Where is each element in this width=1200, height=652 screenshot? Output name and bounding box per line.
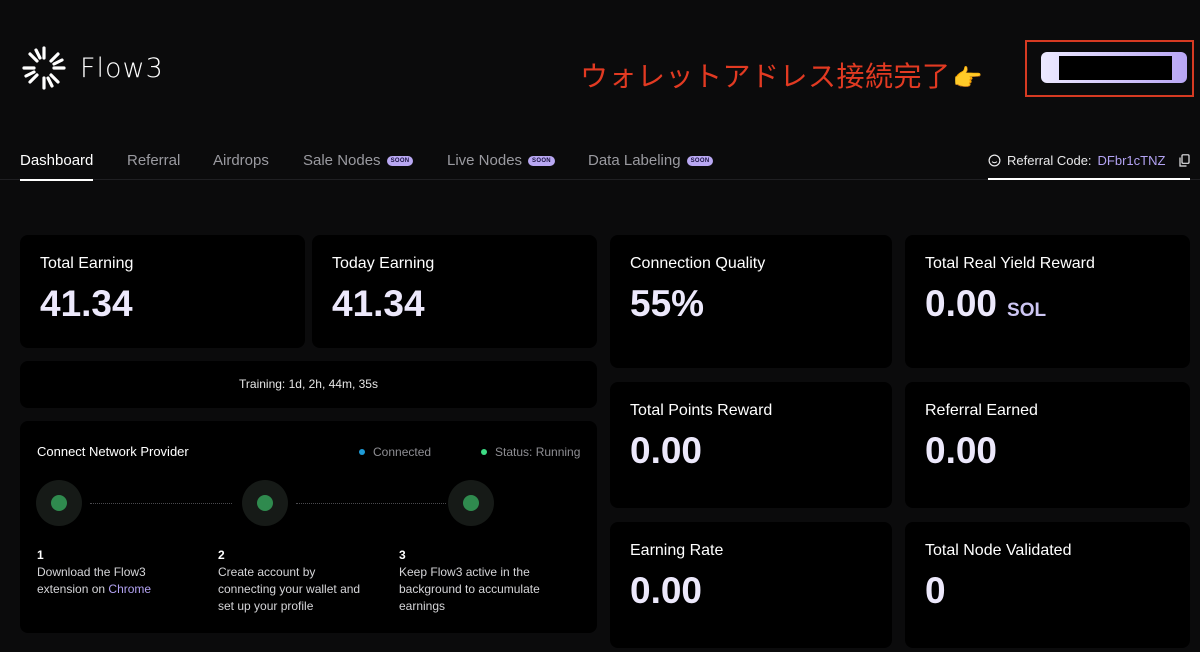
legend-status: Status: Running [481, 445, 580, 459]
annotation-label: ウォレットアドレス接続完了 [580, 60, 951, 93]
tab-label: Live Nodes [447, 152, 523, 169]
training-timer: Training: 1d, 2h, 44m, 35s [239, 377, 378, 391]
wallet-address-redacted [1059, 56, 1172, 80]
earning-rate-card: Earning Rate 0.00 [610, 522, 892, 648]
step-number: 1 [37, 548, 44, 562]
card-title: Referral Earned [925, 402, 1038, 419]
tab-live-nodes[interactable]: Live Nodes SOON [447, 152, 555, 169]
connected-dot-icon [359, 449, 365, 455]
earning-rate-value: 0.00 [630, 570, 703, 611]
pointing-hand-icon: 👉 [952, 64, 983, 92]
referral-code-value: DFbr1cTNZ [1097, 153, 1166, 168]
referral-label: Referral Code: [1007, 153, 1092, 168]
connection-quality-card: Connection Quality 55% [610, 235, 892, 368]
tab-referral[interactable]: Referral [127, 152, 180, 169]
connection-quality-value: 55% [630, 283, 705, 324]
tab-label: Referral [127, 152, 181, 169]
referral-underline [988, 178, 1190, 180]
step-3-indicator [448, 480, 494, 526]
step-1-text: 1 Download the Flow3 extension on Chrome [37, 547, 187, 598]
step-description: Create account by connecting your wallet… [218, 565, 361, 613]
tab-dashboard[interactable]: Dashboard [20, 152, 94, 181]
soon-badge: SOON [528, 155, 555, 166]
referral-earned-value: 0.00 [925, 430, 998, 471]
legend-connected: Connected [359, 445, 431, 459]
total-points-value: 0.00 [630, 430, 703, 471]
card-title: Total Node Validated [925, 542, 1072, 559]
card-title: Earning Rate [630, 542, 724, 559]
today-earning-card: Today Earning 41.34 [312, 235, 597, 348]
training-card: Training: 1d, 2h, 44m, 35s [20, 361, 597, 408]
tab-airdrops[interactable]: Airdrops [213, 152, 269, 169]
today-earning-value: 41.34 [332, 283, 425, 324]
tab-label: Sale Nodes [303, 152, 381, 169]
legend-status-label: Status: Running [495, 445, 581, 459]
card-title: Total Points Reward [630, 402, 773, 419]
step-1-indicator [36, 480, 82, 526]
step-number: 2 [218, 548, 225, 562]
brand-logo[interactable]: Flow3 [20, 44, 164, 92]
step-connector [90, 503, 232, 504]
running-dot-icon [481, 449, 487, 455]
annotation-text: ウォレットアドレス接続完了👉 [580, 55, 983, 95]
yield-unit: SOL [1007, 300, 1047, 321]
total-real-yield-card: Total Real Yield Reward 0.00 SOL [905, 235, 1190, 368]
step-description: Keep Flow3 active in the background to a… [399, 565, 540, 613]
starburst-logo-icon [22, 46, 66, 90]
total-earning-card: Total Earning 41.34 [20, 235, 305, 348]
soon-badge: SOON [386, 155, 414, 166]
step-2-indicator [242, 480, 288, 526]
tab-sale-nodes[interactable]: Sale Nodes SOON [303, 152, 414, 169]
total-real-yield-value: 0.00 SOL [925, 283, 1046, 325]
card-title: Total Earning [40, 255, 134, 272]
total-node-validated-value: 0 [925, 570, 946, 611]
smile-icon [988, 154, 1001, 167]
yield-amount: 0.00 [925, 283, 998, 324]
legend-connected-label: Connected [373, 445, 432, 459]
step-3-text: 3 Keep Flow3 active in the background to… [399, 547, 549, 615]
copy-icon[interactable] [1179, 154, 1191, 167]
network-provider-title: Connect Network Provider [37, 444, 189, 459]
tab-label: Data Labeling [588, 152, 681, 169]
step-number: 3 [399, 548, 406, 562]
referral-earned-card: Referral Earned 0.00 [905, 382, 1190, 508]
total-earning-value: 41.34 [40, 283, 133, 324]
soon-badge: SOON [686, 155, 714, 166]
tab-data-labeling[interactable]: Data Labeling SOON [588, 152, 714, 169]
referral-code: Referral Code: DFbr1cTNZ [988, 153, 1191, 168]
tab-label: Airdrops [213, 152, 269, 169]
tab-label: Dashboard [20, 152, 94, 169]
chrome-link[interactable]: Chrome [108, 582, 151, 596]
brand-name: Flow3 [80, 52, 164, 84]
step-connector [296, 503, 446, 504]
card-title: Total Real Yield Reward [925, 255, 1095, 272]
network-provider-card: Connect Network Provider Connected Statu… [20, 421, 597, 633]
card-title: Connection Quality [630, 255, 766, 272]
total-node-validated-card: Total Node Validated 0 [905, 522, 1190, 648]
card-title: Today Earning [332, 255, 435, 272]
nav-tabs: Dashboard Referral Airdrops Sale Nodes S… [0, 150, 1200, 181]
step-2-text: 2 Create account by connecting your wall… [218, 547, 368, 615]
total-points-card: Total Points Reward 0.00 [610, 382, 892, 508]
